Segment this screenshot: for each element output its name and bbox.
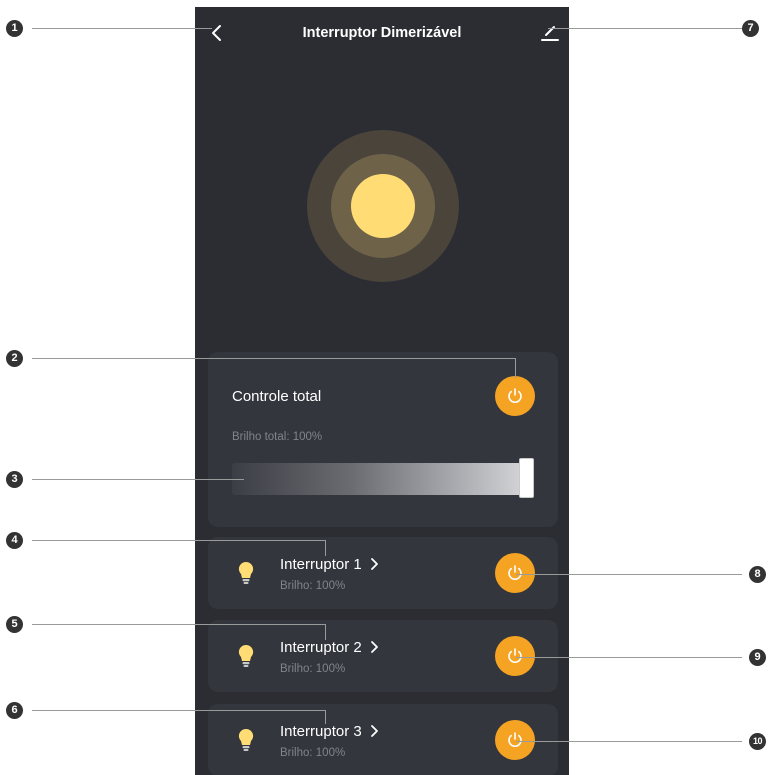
chevron-right-icon[interactable] [369,556,381,572]
light-bulb-visual [351,174,415,238]
switch-1-power-button[interactable] [495,553,535,593]
callout-badge-1: 1 [6,20,23,37]
total-power-button[interactable] [495,376,535,416]
callout-line-9 [516,657,742,658]
switch-2-power-button[interactable] [495,636,535,676]
callout-line-6-drop [325,710,326,724]
power-icon [508,388,522,403]
bulb-icon [238,644,254,667]
switch-card-1[interactable]: Interruptor 1 Brilho: 100% [208,537,558,609]
bulb-icon [238,561,254,584]
callout-line-2-drop [515,358,516,378]
callout-line-8 [516,574,742,575]
callout-badge-2: 2 [6,350,23,367]
switch-card-3[interactable]: Interruptor 3 Brilho: 100% [208,704,558,775]
brightness-slider-thumb[interactable] [519,458,534,498]
switch-brightness: Brilho: 100% [280,580,346,592]
callout-badge-7: 7 [742,20,759,37]
pencil-icon [541,26,559,41]
phone-screen: Interruptor Dimerizável Controle total B… [195,7,569,775]
total-brightness-label: Brilho total: 100% [232,431,323,443]
power-icon [508,565,522,580]
callout-badge-3: 3 [6,471,23,488]
callout-badge-5: 5 [6,616,23,633]
switch-brightness: Brilho: 100% [280,663,346,675]
switch-3-power-button[interactable] [495,720,535,760]
chevron-right-icon[interactable] [369,723,381,739]
callout-badge-8: 8 [749,566,766,583]
switch-name[interactable]: Interruptor 3 [280,723,362,740]
callout-line-4-drop [325,540,326,556]
bulb-icon [238,728,254,751]
brightness-slider-track[interactable] [232,463,532,495]
callout-line-5-drop [325,624,326,640]
page-title: Interruptor Dimerizável [302,25,462,41]
callout-line-3 [32,479,244,480]
callout-line-2 [32,358,516,359]
callout-badge-4: 4 [6,532,23,549]
callout-line-1 [32,28,212,29]
callout-badge-9: 9 [749,649,766,666]
power-icon [508,732,522,747]
power-icon [508,648,522,663]
chevron-right-icon[interactable] [369,639,381,655]
edit-button[interactable] [539,21,561,43]
switch-brightness: Brilho: 100% [280,747,346,759]
switch-name[interactable]: Interruptor 1 [280,556,362,573]
callout-line-6 [32,710,326,711]
switch-name[interactable]: Interruptor 2 [280,639,362,656]
callout-badge-6: 6 [6,702,23,719]
callout-badge-10: 10 [749,733,766,750]
total-control-title: Controle total [232,388,322,405]
total-control-card: Controle total Brilho total: 100% [208,352,558,527]
callout-line-5 [32,624,326,625]
callout-line-10 [516,741,742,742]
switch-card-2[interactable]: Interruptor 2 Brilho: 100% [208,620,558,692]
callout-line-4 [32,540,326,541]
callout-line-7 [548,28,742,29]
